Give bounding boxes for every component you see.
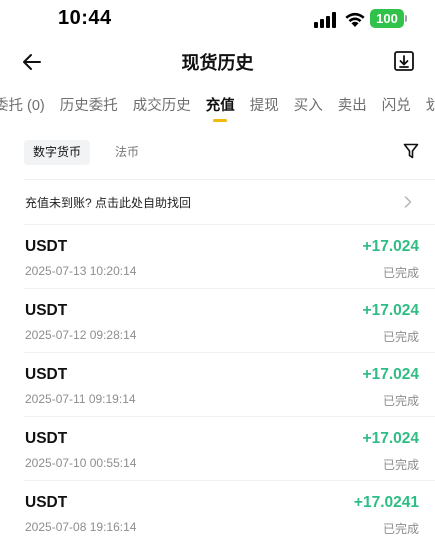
record-status: 已完成 bbox=[382, 458, 419, 472]
tab-deposit[interactable]: 充值 bbox=[206, 86, 235, 126]
record-status: 已完成 bbox=[382, 522, 419, 536]
divider bbox=[24, 179, 435, 180]
tab-transfer[interactable]: 划 bbox=[426, 86, 435, 126]
record-amount: +17.024 bbox=[362, 302, 419, 319]
divider bbox=[24, 352, 435, 353]
wifi-icon bbox=[345, 12, 365, 27]
page-title: 现货历史 bbox=[181, 53, 254, 73]
record-coin: USDT bbox=[25, 430, 68, 447]
record-coin: USDT bbox=[25, 366, 68, 383]
record-time: 2025-07-13 10:20:14 bbox=[25, 264, 137, 278]
status-bar: 10:44 100 bbox=[0, 0, 435, 40]
divider bbox=[24, 480, 435, 481]
divider bbox=[24, 416, 435, 417]
divider bbox=[24, 224, 435, 225]
deposit-record[interactable]: USDT 2025-07-10 00:55:14 +17.024 已完成 bbox=[0, 430, 435, 494]
filter-fiat-chip[interactable]: 法币 bbox=[106, 140, 148, 165]
filter-row: 数字货币 法币 bbox=[0, 138, 435, 168]
tab-convert[interactable]: 闪兑 bbox=[382, 86, 411, 126]
tab-open-orders[interactable]: 委托 (0) bbox=[0, 86, 45, 126]
record-coin: USDT bbox=[25, 238, 68, 255]
battery-cap bbox=[405, 15, 407, 22]
deposit-record[interactable]: USDT 2025-07-12 09:28:14 +17.024 已完成 bbox=[0, 302, 435, 366]
tab-trade-history[interactable]: 成交历史 bbox=[133, 86, 191, 126]
tab-order-history[interactable]: 历史委托 bbox=[60, 86, 118, 126]
notice-text: 充值未到账? 点击此处自助找回 bbox=[25, 196, 192, 210]
deposit-record[interactable]: USDT 2025-07-11 09:19:14 +17.024 已完成 bbox=[0, 366, 435, 430]
record-status: 已完成 bbox=[382, 266, 419, 280]
record-amount: +17.024 bbox=[362, 366, 419, 383]
tab-withdraw[interactable]: 提现 bbox=[250, 86, 279, 126]
record-amount: +17.0241 bbox=[353, 494, 419, 511]
record-amount: +17.024 bbox=[362, 238, 419, 255]
record-status: 已完成 bbox=[382, 330, 419, 344]
battery-indicator: 100 bbox=[370, 9, 404, 28]
filter-crypto-chip[interactable]: 数字货币 bbox=[24, 140, 91, 165]
record-time: 2025-07-12 09:28:14 bbox=[25, 328, 137, 342]
record-amount: +17.024 bbox=[362, 430, 419, 447]
tab-sell[interactable]: 卖出 bbox=[338, 86, 367, 126]
record-time: 2025-07-08 19:16:14 bbox=[25, 520, 137, 534]
tab-buy[interactable]: 买入 bbox=[294, 86, 323, 126]
divider bbox=[24, 288, 435, 289]
record-status: 已完成 bbox=[382, 394, 419, 408]
download-icon[interactable] bbox=[393, 50, 415, 72]
status-time: 10:44 bbox=[58, 7, 112, 29]
record-coin: USDT bbox=[25, 494, 68, 511]
history-tabs: 委托 (0) 历史委托 成交历史 充值 提现 买入 卖出 闪兑 划 bbox=[0, 86, 435, 126]
deposit-recovery-notice[interactable]: 充值未到账? 点击此处自助找回 bbox=[0, 184, 435, 220]
record-time: 2025-07-11 09:19:14 bbox=[25, 392, 136, 406]
record-time: 2025-07-10 00:55:14 bbox=[25, 456, 137, 470]
cellular-signal-icon bbox=[314, 12, 336, 28]
page-header: 现货历史 bbox=[0, 40, 435, 84]
chevron-right-icon bbox=[404, 196, 412, 208]
funnel-icon[interactable] bbox=[403, 143, 419, 160]
record-coin: USDT bbox=[25, 302, 68, 319]
deposit-record[interactable]: USDT 2025-07-13 10:20:14 +17.024 已完成 bbox=[0, 238, 435, 302]
deposit-record[interactable]: USDT 2025-07-08 19:16:14 +17.0241 已完成 bbox=[0, 494, 435, 543]
